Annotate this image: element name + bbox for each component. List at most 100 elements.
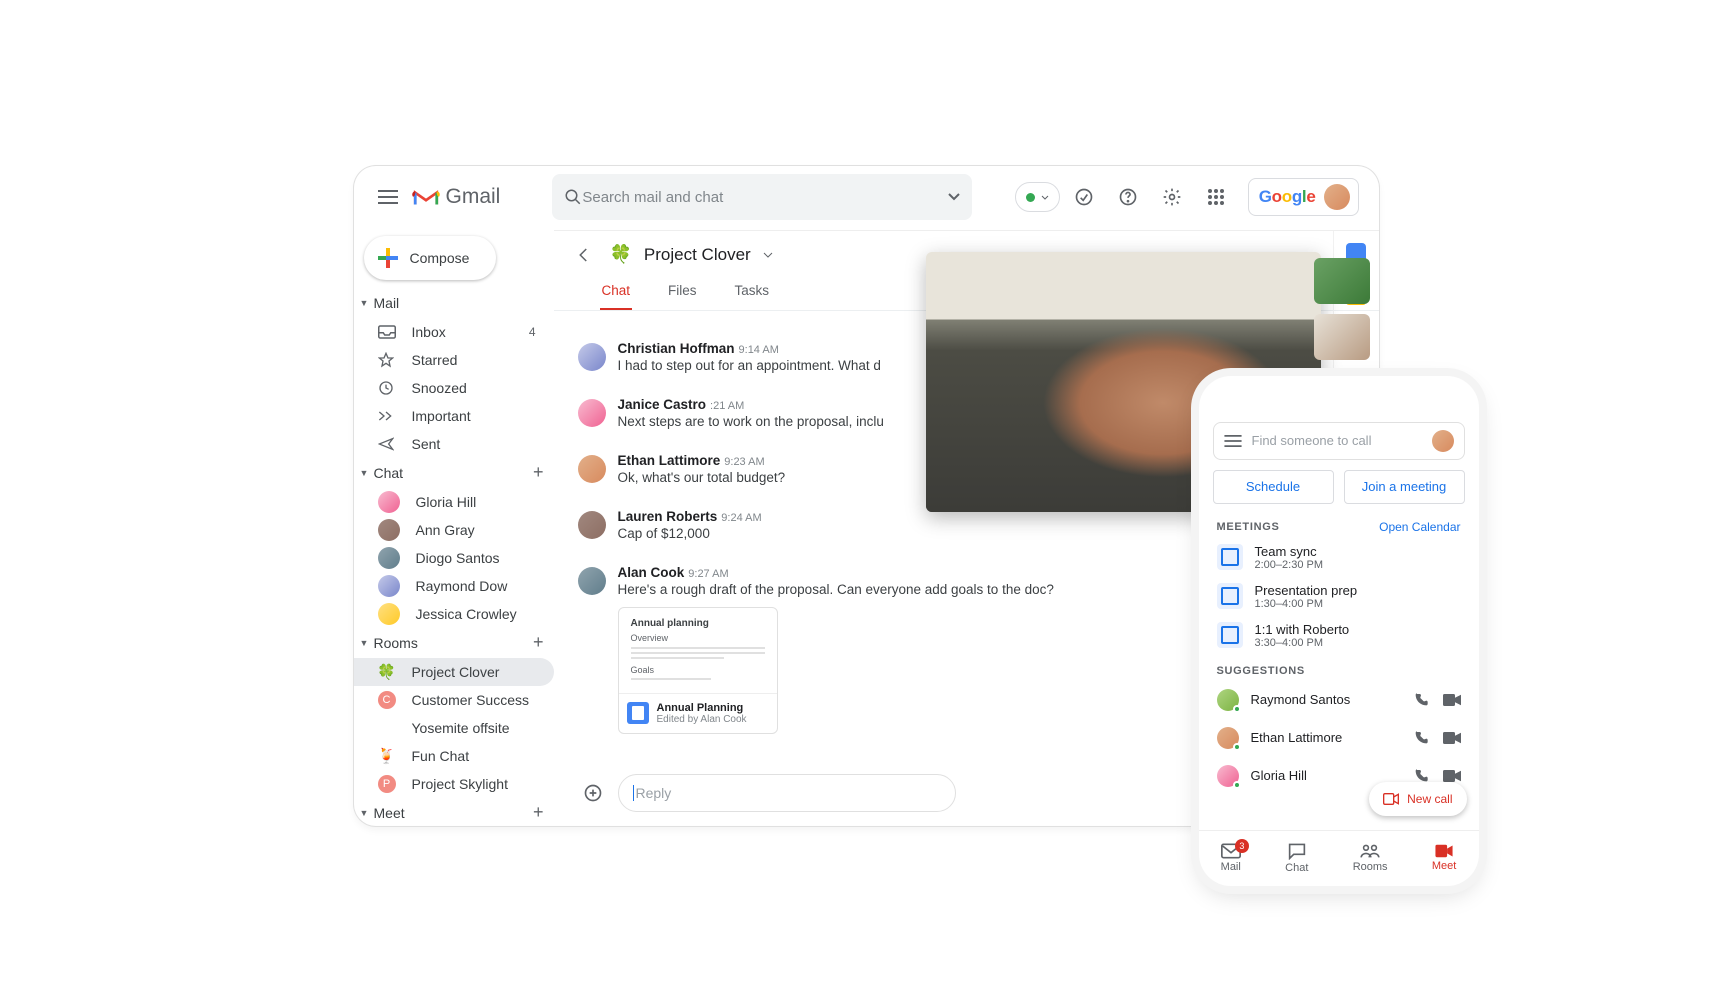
message-text: Here's a rough draft of the proposal. Ca… xyxy=(618,582,1054,597)
meeting-item[interactable]: Team sync2:00–2:30 PM xyxy=(1199,538,1479,577)
schedule-button[interactable]: Schedule xyxy=(1213,470,1334,504)
section-rooms[interactable]: ▼Rooms + xyxy=(354,628,554,658)
gmail-logo[interactable]: Gmail xyxy=(412,185,501,209)
support-status-icon[interactable] xyxy=(1064,177,1104,217)
chat-contact[interactable]: Diogo Santos xyxy=(354,544,554,572)
nav-starred[interactable]: Starred xyxy=(354,346,554,374)
google-docs-icon xyxy=(627,702,649,724)
chevron-down-icon[interactable] xyxy=(763,252,773,258)
search-options-icon[interactable] xyxy=(948,193,960,201)
section-meet[interactable]: ▼Meet + xyxy=(354,798,554,826)
inbox-icon xyxy=(378,325,396,339)
chat-contact[interactable]: Gloria Hill xyxy=(354,488,554,516)
google-account-chip[interactable]: Google xyxy=(1248,178,1359,216)
tab-files[interactable]: Files xyxy=(666,279,699,310)
nav-rooms[interactable]: Rooms xyxy=(1353,843,1388,873)
sender-avatar[interactable] xyxy=(578,399,606,427)
calendar-icon xyxy=(1217,583,1243,609)
settings-gear-icon[interactable] xyxy=(1152,177,1192,217)
sender-avatar[interactable] xyxy=(578,567,606,595)
video-call-icon[interactable] xyxy=(1443,770,1461,782)
add-chat-button[interactable]: + xyxy=(533,462,544,483)
meeting-item[interactable]: 1:1 with Roberto3:30–4:00 PM xyxy=(1199,616,1479,655)
clock-icon xyxy=(378,380,396,396)
menu-icon[interactable] xyxy=(1224,435,1242,447)
chat-contact[interactable]: Jessica Crowley xyxy=(354,600,554,628)
calendar-icon xyxy=(1217,544,1243,570)
suggestion-item[interactable]: Raymond Santos xyxy=(1199,681,1479,719)
status-chip[interactable] xyxy=(1015,182,1060,212)
room-icon: P xyxy=(378,775,396,793)
suggestion-item[interactable]: Ethan Lattimore xyxy=(1199,719,1479,757)
attach-button[interactable] xyxy=(578,778,608,808)
phone-call-icon[interactable] xyxy=(1413,730,1431,746)
nav-important[interactable]: Important xyxy=(354,402,554,430)
doc-attachment[interactable]: Annual planning Overview Goals Annual Pl… xyxy=(618,607,778,734)
account-avatar[interactable] xyxy=(1324,184,1350,210)
nav-inbox[interactable]: Inbox 4 xyxy=(354,318,554,346)
join-meeting-button[interactable]: Join a meeting xyxy=(1344,470,1465,504)
chat-icon xyxy=(1287,842,1307,860)
sender-name: Christian Hoffman xyxy=(618,341,735,356)
phone-nav: 3 Mail Chat Rooms Meet xyxy=(1199,830,1479,886)
sender-name: Lauren Roberts xyxy=(618,509,718,524)
room-item[interactable]: P Project Skylight xyxy=(354,770,554,798)
message-text: Next steps are to work on the proposal, … xyxy=(618,414,884,429)
compose-plus-icon xyxy=(378,248,398,268)
star-icon xyxy=(378,352,396,368)
room-icon: C xyxy=(378,691,396,709)
reply-input[interactable]: Reply xyxy=(618,774,957,812)
nav-chat[interactable]: Chat xyxy=(1285,842,1308,874)
phone-call-icon[interactable] xyxy=(1413,692,1431,708)
sender-avatar[interactable] xyxy=(578,455,606,483)
message-time: :21 AM xyxy=(710,400,744,412)
nav-meet[interactable]: Meet xyxy=(1432,844,1456,872)
nav-snoozed[interactable]: Snoozed xyxy=(354,374,554,402)
back-button[interactable] xyxy=(570,241,598,269)
participant-thumbnail[interactable] xyxy=(1314,258,1370,304)
chevrons-icon xyxy=(378,410,396,422)
message-time: 9:24 AM xyxy=(721,512,761,524)
open-calendar-link[interactable]: Open Calendar xyxy=(1379,520,1460,534)
rooms-icon xyxy=(1360,843,1380,859)
tab-chat[interactable]: Chat xyxy=(600,279,633,310)
chat-contact[interactable]: Ann Gray xyxy=(354,516,554,544)
nav-sent[interactable]: Sent xyxy=(354,430,554,458)
phone-search[interactable]: Find someone to call xyxy=(1213,422,1465,460)
apps-grid-icon[interactable] xyxy=(1196,177,1236,217)
section-chat[interactable]: ▼Chat + xyxy=(354,458,554,488)
video-call-icon[interactable] xyxy=(1443,732,1461,744)
main-menu-button[interactable] xyxy=(368,177,408,217)
contact-avatar xyxy=(378,603,400,625)
compose-button[interactable]: Compose xyxy=(364,236,496,280)
room-icon: 🍀 xyxy=(378,663,396,681)
sender-avatar[interactable] xyxy=(578,343,606,371)
room-item[interactable]: 🍹 Fun Chat xyxy=(354,742,554,770)
meeting-item[interactable]: Presentation prep1:30–4:00 PM xyxy=(1199,577,1479,616)
new-call-button[interactable]: New call xyxy=(1369,782,1466,816)
add-room-button[interactable]: + xyxy=(533,632,544,653)
tab-tasks[interactable]: Tasks xyxy=(733,279,772,310)
suggestion-avatar xyxy=(1217,689,1239,711)
room-title[interactable]: Project Clover xyxy=(644,245,751,265)
search-input[interactable] xyxy=(582,189,948,206)
chat-contact[interactable]: Raymond Dow xyxy=(354,572,554,600)
room-icon: 🏔 xyxy=(378,719,396,737)
section-mail[interactable]: ▼Mail xyxy=(354,288,554,318)
room-item[interactable]: C Customer Success xyxy=(354,686,554,714)
room-item[interactable]: 🏔 Yosemite offsite xyxy=(354,714,554,742)
help-icon[interactable] xyxy=(1108,177,1148,217)
add-meet-button[interactable]: + xyxy=(533,802,544,823)
message-time: 9:27 AM xyxy=(688,568,728,580)
search-box[interactable] xyxy=(552,174,972,220)
participant-thumbnail[interactable] xyxy=(1314,314,1370,360)
header-right: Google xyxy=(1015,177,1359,217)
suggestion-avatar xyxy=(1217,727,1239,749)
phone-avatar[interactable] xyxy=(1432,430,1454,452)
phone-search-placeholder: Find someone to call xyxy=(1252,433,1422,448)
message-text: Ok, what's our total budget? xyxy=(618,470,786,485)
sender-avatar[interactable] xyxy=(578,511,606,539)
video-call-icon[interactable] xyxy=(1443,694,1461,706)
room-item[interactable]: 🍀 Project Clover xyxy=(354,658,554,686)
nav-mail[interactable]: 3 Mail xyxy=(1221,843,1241,873)
